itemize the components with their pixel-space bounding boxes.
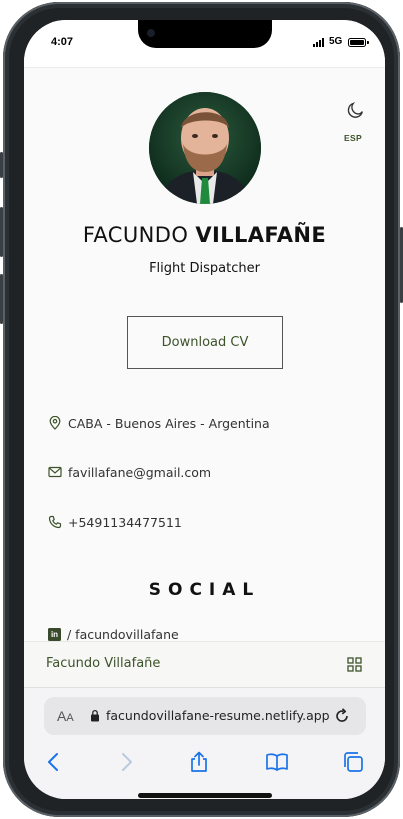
forward-icon[interactable] [114, 750, 138, 774]
browser-toolbar: AA facundovillafane-resume.netlify.app [24, 687, 385, 799]
location-pin-icon [49, 416, 61, 430]
social-heading: SOCIAL [148, 580, 261, 600]
linkedin-handle[interactable]: / facundovillafane [67, 627, 179, 641]
front-camera [147, 29, 155, 37]
phone-icon [48, 515, 62, 529]
contact-phone[interactable]: +5491134477511 [48, 512, 182, 532]
status-time: 4:07 [51, 36, 74, 48]
volume-down-button [0, 274, 3, 324]
linkedin-link[interactable]: in / facundovillafane [48, 627, 179, 641]
notch [138, 20, 272, 48]
contact-location: CABA - Buenos Aires - Argentina [48, 413, 270, 433]
person-name: FACUNDO VILLAFAÑE [24, 223, 385, 247]
name-first: FACUNDO [82, 223, 189, 247]
linkedin-icon: in [48, 628, 61, 641]
phone-screen: 4:07 5G ESP FACUNDO VILLAFAÑE Flight Dis… [24, 20, 385, 799]
share-icon[interactable] [187, 750, 211, 774]
home-indicator[interactable] [138, 793, 272, 798]
mail-icon [48, 466, 62, 478]
moon-icon[interactable] [346, 100, 366, 120]
silent-switch [0, 152, 3, 178]
signal-icon [313, 38, 327, 47]
grid-icon[interactable] [347, 657, 362, 672]
address-bar[interactable]: AA facundovillafane-resume.netlify.app [44, 697, 366, 735]
contact-email[interactable]: favillafane@gmail.com [48, 462, 211, 482]
text-size-button[interactable]: AA [57, 708, 74, 724]
email-text[interactable]: favillafane@gmail.com [68, 465, 211, 480]
app-bar-title[interactable]: Facundo Villafañe [46, 656, 160, 671]
resume-content: ESP FACUNDO VILLAFAÑE Flight Dispatcher … [24, 69, 385, 641]
name-last: VILLAFAÑE [195, 223, 327, 247]
phone-text[interactable]: +5491134477511 [68, 515, 182, 530]
tabs-icon[interactable] [341, 750, 365, 774]
back-icon[interactable] [42, 750, 66, 774]
battery-icon [348, 38, 369, 47]
download-cv-button[interactable]: Download CV [127, 316, 283, 369]
network-type: 5G [329, 36, 343, 47]
volume-up-button [0, 207, 3, 257]
phone-frame: 4:07 5G ESP FACUNDO VILLAFAÑE Flight Dis… [0, 2, 403, 817]
language-toggle[interactable]: ESP [344, 133, 362, 143]
profile-avatar [149, 92, 261, 204]
job-title: Flight Dispatcher [149, 261, 260, 276]
app-bottom-bar: Facundo Villafañe [24, 641, 385, 687]
lock-icon [91, 709, 99, 722]
url-text[interactable]: facundovillafane-resume.netlify.app [106, 708, 330, 723]
status-bar: 4:07 5G [24, 20, 385, 68]
location-text: CABA - Buenos Aires - Argentina [68, 415, 270, 431]
reload-icon[interactable] [333, 707, 351, 725]
bookmarks-icon[interactable] [265, 750, 289, 774]
